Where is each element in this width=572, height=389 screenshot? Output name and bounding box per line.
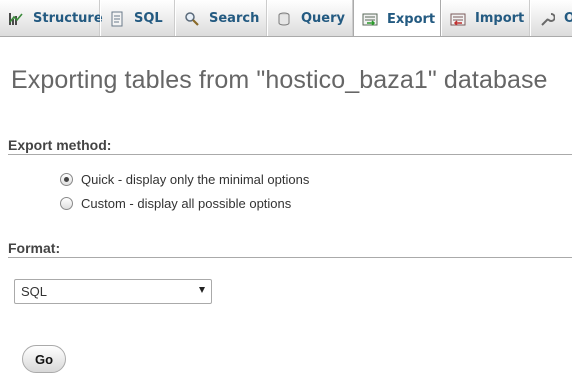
- chevron-down-icon: [199, 287, 205, 293]
- custom-option-label: Custom - display all possible options: [81, 196, 292, 211]
- tab-structure[interactable]: Structure: [0, 0, 103, 36]
- format-heading: Format:: [8, 240, 572, 258]
- search-icon: [184, 11, 200, 27]
- tab-label: Import: [475, 11, 525, 26]
- tab-label: Search: [209, 11, 260, 26]
- operations-icon: [539, 11, 556, 27]
- tab-bar: Structure SQL Search Query Export Import: [0, 0, 572, 37]
- tab-label: Structure: [33, 11, 103, 26]
- export-method-heading: Export method:: [8, 137, 572, 155]
- tab-operations[interactable]: O: [530, 0, 572, 36]
- format-selected-value: SQL: [21, 284, 48, 299]
- custom-radio[interactable]: [60, 197, 73, 210]
- tab-label: Query: [301, 11, 346, 26]
- page-title: Exporting tables from "hostico_baza1" da…: [11, 66, 548, 94]
- quick-option-label: Quick - display only the minimal options: [81, 172, 310, 187]
- format-select[interactable]: SQL: [14, 279, 212, 304]
- quick-radio[interactable]: [60, 173, 73, 186]
- export-icon: [362, 11, 378, 27]
- custom-export-option[interactable]: Custom - display all possible options: [60, 196, 291, 211]
- tab-query[interactable]: Query: [267, 0, 353, 36]
- quick-export-option[interactable]: Quick - display only the minimal options: [60, 172, 309, 187]
- go-button[interactable]: Go: [22, 345, 66, 373]
- query-icon: [276, 11, 292, 27]
- tab-label: O: [564, 11, 572, 26]
- tab-label: Export: [387, 11, 436, 27]
- tab-export[interactable]: Export: [353, 0, 441, 36]
- import-icon: [450, 11, 466, 27]
- sql-icon: [109, 11, 125, 27]
- tab-import[interactable]: Import: [441, 0, 530, 36]
- tab-search[interactable]: Search: [175, 0, 267, 36]
- structure-icon: [8, 11, 24, 27]
- tab-label: SQL: [134, 11, 163, 26]
- tab-sql[interactable]: SQL: [100, 0, 175, 36]
